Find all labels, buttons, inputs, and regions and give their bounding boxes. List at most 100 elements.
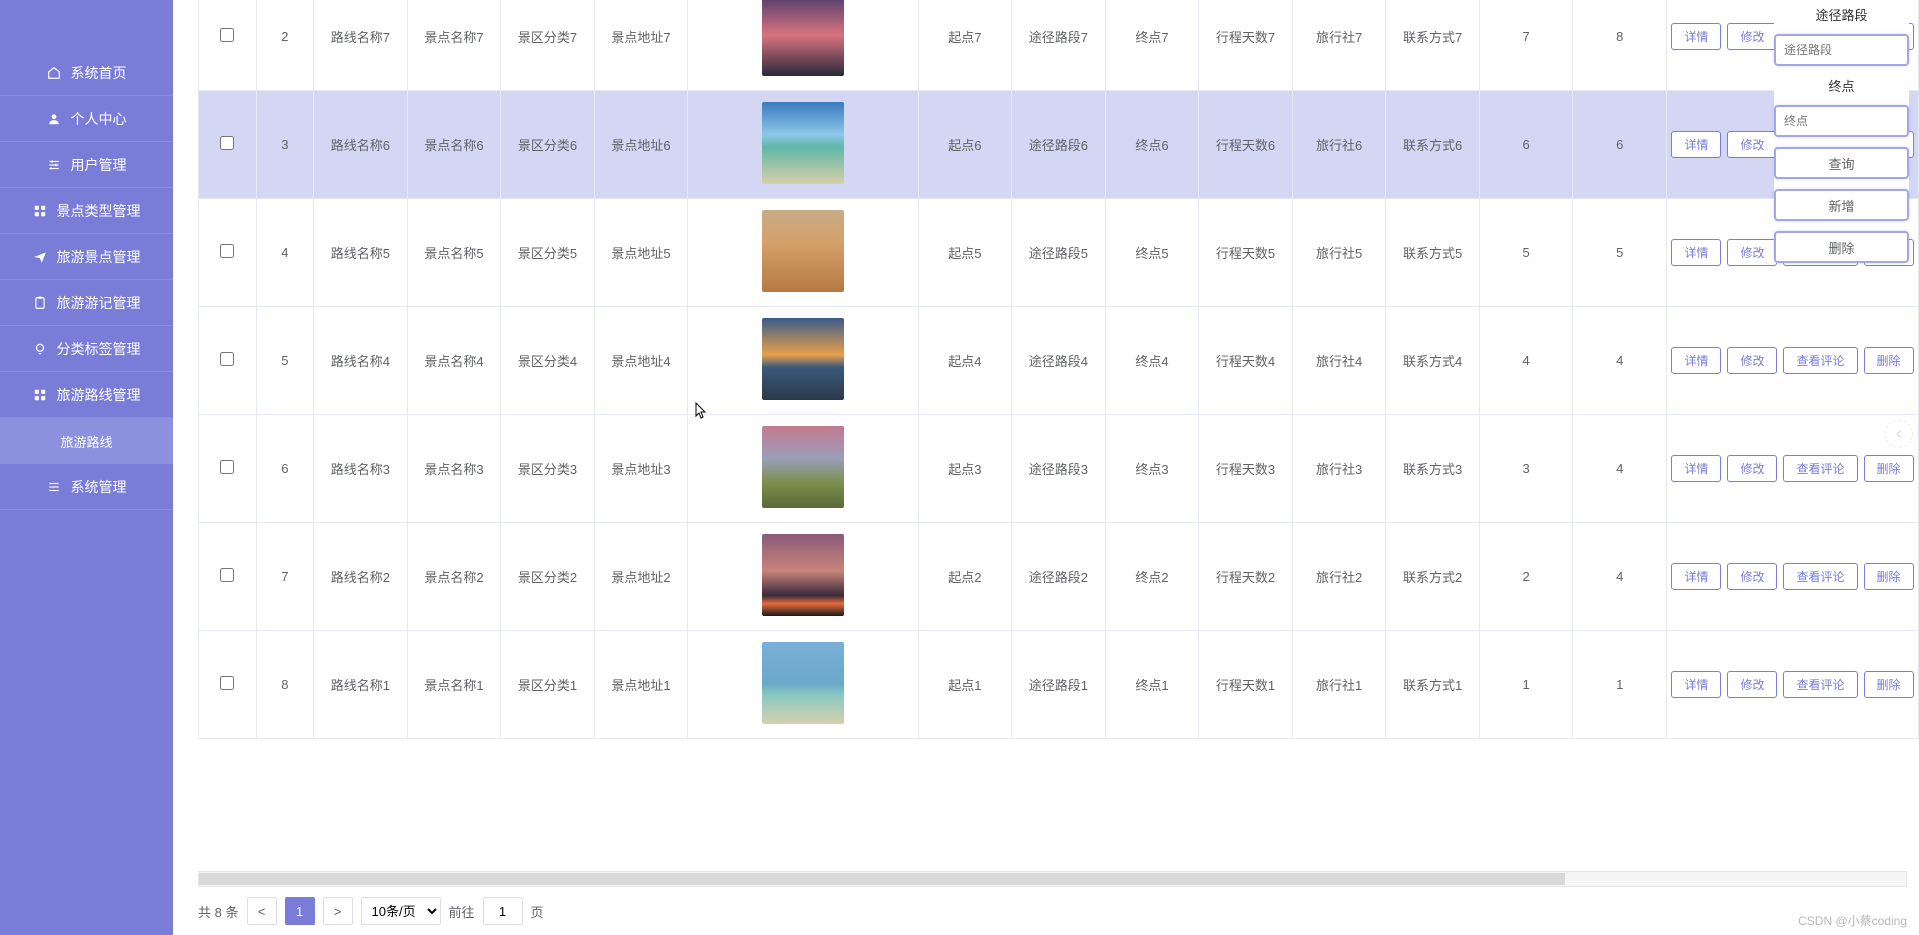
edit-button[interactable]: 修改 (1727, 131, 1777, 158)
cell-spot: 景点名称6 (407, 91, 501, 199)
cell-via: 途径路段2 (1012, 523, 1106, 631)
edit-button[interactable]: 修改 (1727, 671, 1777, 698)
comment-button[interactable]: 查看评论 (1783, 671, 1857, 698)
row-delete-button[interactable]: 删除 (1864, 455, 1914, 482)
sidebar-item-label: 分类标签管理 (57, 339, 141, 359)
scrollbar-thumb[interactable] (199, 873, 1565, 885)
cell-route: 路线名称5 (314, 199, 408, 307)
cell-agency: 旅行社1 (1292, 631, 1386, 739)
comment-button[interactable]: 查看评论 (1783, 563, 1857, 590)
row-delete-button[interactable]: 删除 (1864, 563, 1914, 590)
thumbnail-image[interactable] (762, 318, 844, 400)
row-checkbox[interactable] (220, 352, 234, 366)
row-checkbox[interactable] (220, 568, 234, 582)
cell-c1: 7 (1479, 0, 1573, 91)
row-delete-button[interactable]: 删除 (1864, 347, 1914, 374)
row-delete-button[interactable]: 删除 (1864, 671, 1914, 698)
prev-page-button[interactable]: < (247, 897, 277, 925)
row-index: 8 (256, 631, 314, 739)
delete-button[interactable]: 删除 (1774, 231, 1909, 263)
sidebar-item-4[interactable]: 旅游景点管理 (0, 234, 173, 280)
goto-input[interactable] (483, 897, 523, 925)
thumbnail-image[interactable] (762, 426, 844, 508)
add-button[interactable]: 新增 (1774, 189, 1909, 221)
cell-cat: 景区分类6 (501, 91, 595, 199)
cell-via: 途径路段1 (1012, 631, 1106, 739)
cell-spot: 景点名称4 (407, 307, 501, 415)
end-input[interactable] (1774, 105, 1909, 137)
row-index: 2 (256, 0, 314, 91)
row-checkbox[interactable] (220, 136, 234, 150)
thumbnail-image[interactable] (762, 642, 844, 724)
cell-route: 路线名称1 (314, 631, 408, 739)
cell-route: 路线名称6 (314, 91, 408, 199)
sidebar-item-8[interactable]: 旅游路线 (0, 418, 173, 464)
cell-agency: 旅行社3 (1292, 415, 1386, 523)
home-icon (47, 66, 61, 80)
thumbnail-image[interactable] (762, 210, 844, 292)
detail-button[interactable]: 详情 (1671, 239, 1721, 266)
cell-days: 行程天数6 (1199, 91, 1293, 199)
sidebar-item-2[interactable]: 用户管理 (0, 142, 173, 188)
table-row: 5 路线名称4 景点名称4 景区分类4 景点地址4 起点4 途径路段4 终点4 … (199, 307, 1919, 415)
page-number-button[interactable]: 1 (285, 897, 315, 925)
cell-addr: 景点地址6 (594, 91, 688, 199)
cell-addr: 景点地址3 (594, 415, 688, 523)
row-checkbox[interactable] (220, 460, 234, 474)
horizontal-scrollbar[interactable] (198, 871, 1907, 887)
sliders-icon (47, 158, 61, 172)
cell-contact: 联系方式7 (1386, 0, 1480, 91)
table-row: 7 路线名称2 景点名称2 景区分类2 景点地址2 起点2 途径路段2 终点2 … (199, 523, 1919, 631)
comment-button[interactable]: 查看评论 (1783, 347, 1857, 374)
cell-via: 途径路段5 (1012, 199, 1106, 307)
detail-button[interactable]: 详情 (1671, 23, 1721, 50)
row-checkbox[interactable] (220, 676, 234, 690)
pagination: 共 8 条 < 1 > 10条/页 前往 页 (198, 897, 544, 925)
cell-end: 终点2 (1105, 523, 1199, 631)
sidebar-item-6[interactable]: 分类标签管理 (0, 326, 173, 372)
comment-button[interactable]: 查看评论 (1783, 455, 1857, 482)
row-index: 7 (256, 523, 314, 631)
cell-end: 终点7 (1105, 0, 1199, 91)
sidebar-item-3[interactable]: 景点类型管理 (0, 188, 173, 234)
float-toggle-icon[interactable] (1885, 420, 1913, 448)
edit-button[interactable]: 修改 (1727, 239, 1777, 266)
cell-start: 起点5 (918, 199, 1012, 307)
cell-route: 路线名称2 (314, 523, 408, 631)
row-checkbox[interactable] (220, 28, 234, 42)
sidebar-item-5[interactable]: 旅游游记管理 (0, 280, 173, 326)
user-icon (47, 112, 61, 126)
sidebar-item-9[interactable]: 系统管理 (0, 464, 173, 510)
detail-button[interactable]: 详情 (1671, 131, 1721, 158)
edit-button[interactable]: 修改 (1727, 347, 1777, 374)
route-table: 2 路线名称7 景点名称7 景区分类7 景点地址7 起点7 途径路段7 终点7 … (198, 0, 1919, 739)
cell-cat: 景区分类2 (501, 523, 595, 631)
sidebar-item-label: 系统管理 (71, 477, 127, 497)
cell-agency: 旅行社5 (1292, 199, 1386, 307)
goto-label: 前往 (449, 902, 475, 921)
thumbnail-image[interactable] (762, 102, 844, 184)
sidebar-item-0[interactable]: 系统首页 (0, 50, 173, 96)
page-size-select[interactable]: 10条/页 (361, 897, 441, 925)
sidebar-item-label: 旅游景点管理 (57, 247, 141, 267)
via-input[interactable] (1774, 34, 1909, 66)
detail-button[interactable]: 详情 (1671, 347, 1721, 374)
detail-button[interactable]: 详情 (1671, 563, 1721, 590)
sidebar-item-7[interactable]: 旅游路线管理 (0, 372, 173, 418)
next-page-button[interactable]: > (323, 897, 353, 925)
thumbnail-image[interactable] (762, 534, 844, 616)
cell-days: 行程天数7 (1199, 0, 1293, 91)
edit-button[interactable]: 修改 (1727, 455, 1777, 482)
thumbnail-image[interactable] (762, 0, 844, 76)
query-button[interactable]: 查询 (1774, 147, 1909, 179)
cell-start: 起点1 (918, 631, 1012, 739)
row-ops: 详情 修改 查看评论 删除 (1671, 563, 1914, 590)
detail-button[interactable]: 详情 (1671, 455, 1721, 482)
edit-button[interactable]: 修改 (1727, 563, 1777, 590)
detail-button[interactable]: 详情 (1671, 671, 1721, 698)
edit-button[interactable]: 修改 (1727, 23, 1777, 50)
sidebar-item-1[interactable]: 个人中心 (0, 96, 173, 142)
cell-addr: 景点地址7 (594, 0, 688, 91)
plane-icon (33, 250, 47, 264)
row-checkbox[interactable] (220, 244, 234, 258)
